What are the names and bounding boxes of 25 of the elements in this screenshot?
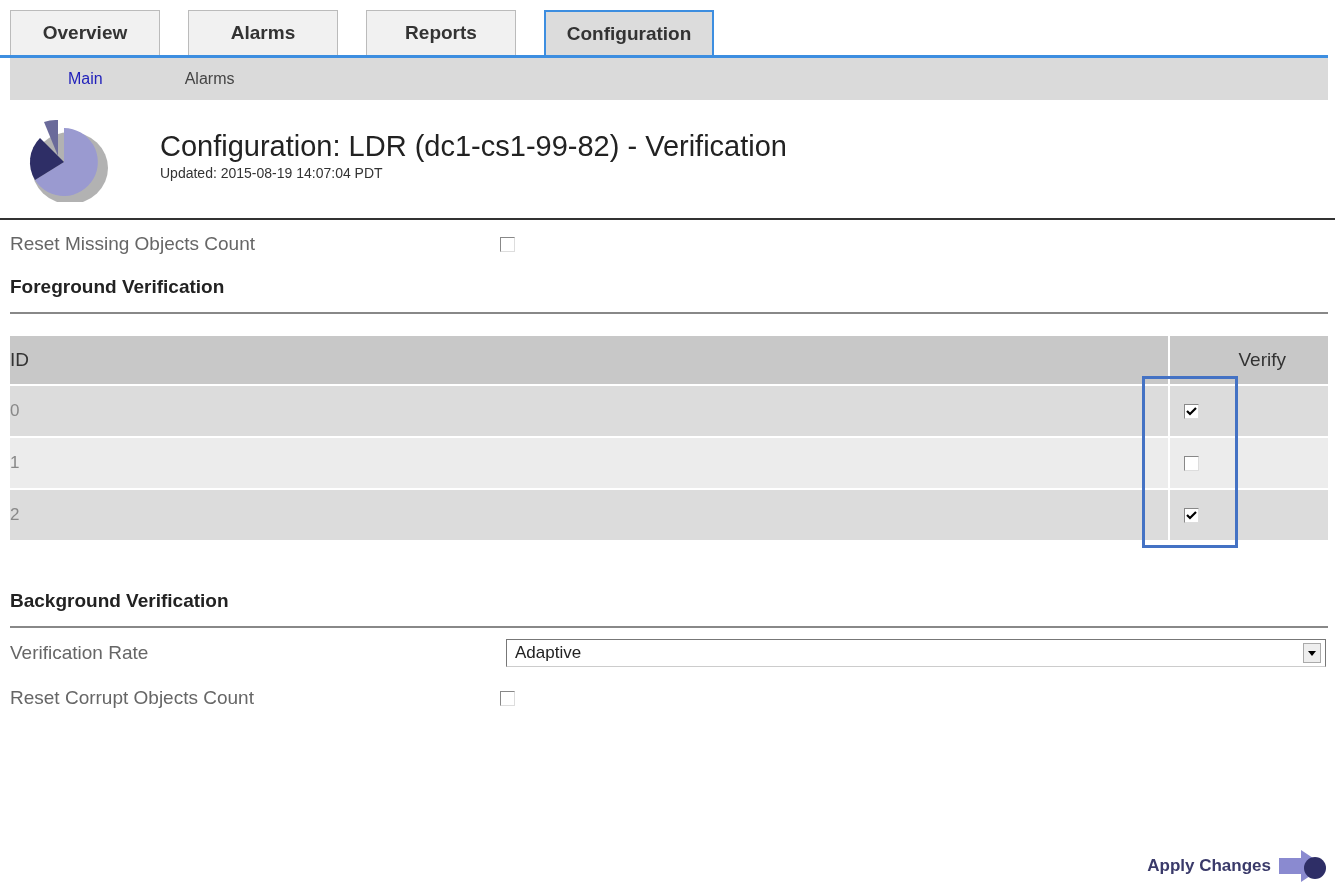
field-label: Verification Rate <box>10 642 150 664</box>
dropdown[interactable]: Adaptive <box>506 639 1326 667</box>
checkbox[interactable] <box>1184 455 1199 471</box>
field-label: Reset Corrupt Objects Count <box>10 687 255 709</box>
table-cell-text: 2 <box>10 505 21 525</box>
section-heading: Background Verification <box>9 589 230 613</box>
arrow-icon[interactable] <box>1277 848 1327 884</box>
subtab[interactable]: Alarms <box>184 70 235 88</box>
checkbox[interactable] <box>1184 403 1199 419</box>
tab[interactable]: Overview <box>10 10 160 55</box>
checkbox[interactable] <box>1184 507 1199 523</box>
tab[interactable]: Alarms <box>188 10 338 55</box>
field-label: Reset Missing Objects Count <box>10 233 256 255</box>
updated-timestamp: Updated: 2015-08-19 14:07:04 PDT <box>160 164 384 181</box>
checkbox[interactable] <box>500 690 515 706</box>
subtab[interactable]: Main <box>68 70 103 88</box>
page-title: Configuration: LDR (dc1-cs1-99-82) - Verification <box>160 129 787 163</box>
table-cell-text: 0 <box>10 401 21 421</box>
apply-changes-link[interactable]: Apply Changes <box>1147 856 1271 876</box>
table-cell-text: 1 <box>10 453 21 473</box>
column-header: ID <box>10 349 30 371</box>
checkbox[interactable] <box>500 236 515 252</box>
tab[interactable]: Configuration <box>544 10 714 55</box>
tab[interactable]: Reports <box>366 10 516 55</box>
section-heading: Foreground Verification <box>9 275 226 299</box>
